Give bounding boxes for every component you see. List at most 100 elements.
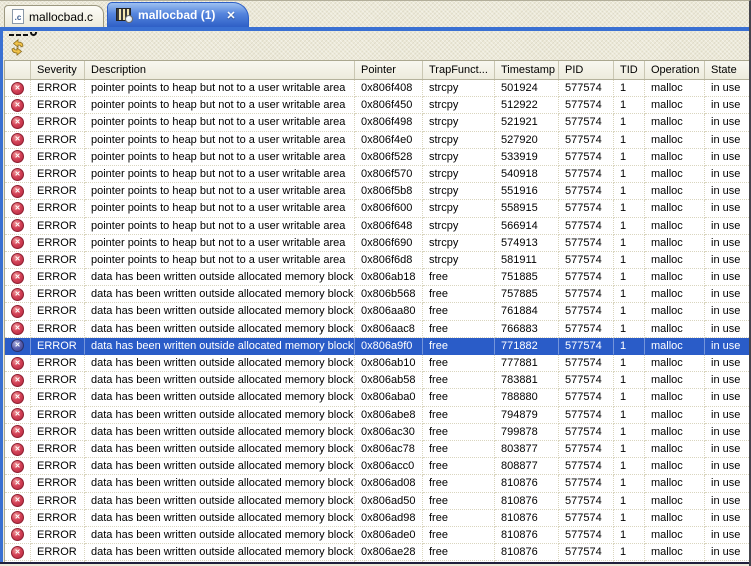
cell-trap-function: free: [423, 527, 495, 544]
table-row[interactable]: ✕ ERROR pointer points to heap but not t…: [5, 200, 749, 217]
table-row[interactable]: ✕ ERROR data has been written outside al…: [5, 286, 749, 303]
severity-icon-cell: ✕: [5, 132, 31, 149]
cell-operation: malloc: [645, 338, 705, 355]
error-icon: ✕: [11, 150, 24, 163]
cell-description: data has been written outside allocated …: [85, 269, 355, 286]
table-row[interactable]: ✕ ERROR data has been written outside al…: [5, 321, 749, 338]
cell-trap-function: strcpy: [423, 132, 495, 149]
column-header-pid[interactable]: PID: [559, 61, 614, 79]
table-row[interactable]: ✕ ERROR data has been written outside al…: [5, 493, 749, 510]
cell-description: data has been written outside allocated …: [85, 510, 355, 527]
severity-icon-cell: ✕: [5, 355, 31, 372]
table-row[interactable]: ✕ ERROR pointer points to heap but not t…: [5, 97, 749, 114]
cell-state: in use: [705, 132, 749, 149]
cell-state: in use: [705, 97, 749, 114]
column-header-state[interactable]: State: [705, 61, 749, 79]
tab-mallocbad-c[interactable]: .c mallocbad.c: [4, 5, 104, 27]
cell-pid: 577574: [559, 441, 614, 458]
cell-trap-function: free: [423, 407, 495, 424]
column-header-severity[interactable]: Severity: [31, 61, 85, 79]
table-row[interactable]: ✕ ERROR data has been written outside al…: [5, 458, 749, 475]
cell-tid: 1: [614, 458, 645, 475]
view-toolbar-area: [3, 31, 749, 60]
error-icon: ✕: [11, 339, 24, 352]
severity-icon-cell: ✕: [5, 149, 31, 166]
severity-icon-cell: ✕: [5, 80, 31, 97]
cell-pid: 577574: [559, 407, 614, 424]
column-header-operation[interactable]: Operation: [645, 61, 705, 79]
clipped-text-fragment: [9, 32, 37, 36]
cell-severity: ERROR: [31, 97, 85, 114]
severity-icon-cell: ✕: [5, 389, 31, 406]
table-row[interactable]: ✕ ERROR pointer points to heap but not t…: [5, 183, 749, 200]
severity-icon-cell: ✕: [5, 97, 31, 114]
table-row[interactable]: ✕ ERROR data has been written outside al…: [5, 424, 749, 441]
error-icon: ✕: [11, 511, 24, 524]
cell-timestamp: 794879: [495, 407, 559, 424]
cell-tid: 1: [614, 97, 645, 114]
column-header-icon[interactable]: [5, 61, 31, 79]
table-row[interactable]: ✕ ERROR data has been written outside al…: [5, 510, 749, 527]
table-row[interactable]: ✕ ERROR data has been written outside al…: [5, 475, 749, 492]
cell-pid: 577574: [559, 200, 614, 217]
table-row[interactable]: ✕ ERROR data has been written outside al…: [5, 355, 749, 372]
table-row[interactable]: ✕ ERROR data has been written outside al…: [5, 338, 749, 355]
error-icon: ✕: [11, 185, 24, 198]
cell-pid: 577574: [559, 321, 614, 338]
table-row[interactable]: ✕ ERROR pointer points to heap but not t…: [5, 166, 749, 183]
cell-description: pointer points to heap but not to a user…: [85, 235, 355, 252]
cell-description: data has been written outside allocated …: [85, 441, 355, 458]
cell-state: in use: [705, 527, 749, 544]
cell-severity: ERROR: [31, 407, 85, 424]
column-header-timestamp[interactable]: Timestamp: [495, 61, 559, 79]
table-row[interactable]: ✕ ERROR pointer points to heap but not t…: [5, 218, 749, 235]
cell-description: pointer points to heap but not to a user…: [85, 218, 355, 235]
tab-mallocbad-1[interactable]: mallocbad (1) ✕: [107, 2, 249, 27]
table-row[interactable]: ✕ ERROR data has been written outside al…: [5, 527, 749, 544]
table-row[interactable]: ✕ ERROR pointer points to heap but not t…: [5, 114, 749, 131]
close-icon[interactable]: ✕: [226, 9, 235, 22]
column-header-pointer[interactable]: Pointer: [355, 61, 423, 79]
column-header-description[interactable]: Description: [85, 61, 355, 79]
table-row[interactable]: ✕ ERROR data has been written outside al…: [5, 441, 749, 458]
cell-description: data has been written outside allocated …: [85, 407, 355, 424]
table-row[interactable]: ✕ ERROR pointer points to heap but not t…: [5, 235, 749, 252]
cell-severity: ERROR: [31, 321, 85, 338]
cell-pointer: 0x806ad50: [355, 493, 423, 510]
severity-icon-cell: ✕: [5, 544, 31, 561]
cell-state: in use: [705, 338, 749, 355]
table-row[interactable]: ✕ ERROR pointer points to heap but not t…: [5, 149, 749, 166]
table-row[interactable]: ✕ ERROR data has been written outside al…: [5, 407, 749, 424]
cell-operation: malloc: [645, 407, 705, 424]
table-row[interactable]: ✕ ERROR data has been written outside al…: [5, 389, 749, 406]
table-row[interactable]: ✕ ERROR data has been written outside al…: [5, 372, 749, 389]
cell-tid: 1: [614, 303, 645, 320]
cell-pid: 577574: [559, 286, 614, 303]
table-row[interactable]: ✕ ERROR data has been written outside al…: [5, 303, 749, 320]
error-icon: ✕: [11, 443, 24, 456]
error-icon: ✕: [11, 116, 24, 129]
cell-trap-function: strcpy: [423, 149, 495, 166]
cell-trap-function: free: [423, 458, 495, 475]
cell-severity: ERROR: [31, 166, 85, 183]
cell-description: data has been written outside allocated …: [85, 303, 355, 320]
cell-timestamp: 810876: [495, 544, 559, 561]
table-row[interactable]: ✕ ERROR pointer points to heap but not t…: [5, 80, 749, 97]
cell-trap-function: free: [423, 303, 495, 320]
table-row[interactable]: ✕ ERROR pointer points to heap but not t…: [5, 132, 749, 149]
error-icon: ✕: [11, 425, 24, 438]
table-row[interactable]: ✕ ERROR data has been written outside al…: [5, 269, 749, 286]
table-row[interactable]: ✕ ERROR data has been written outside al…: [5, 544, 749, 561]
severity-icon-cell: ✕: [5, 252, 31, 269]
swap-arrows-icon[interactable]: [8, 38, 27, 57]
cell-tid: 1: [614, 218, 645, 235]
column-header-tid[interactable]: TID: [614, 61, 645, 79]
column-header-trap-function[interactable]: TrapFunct...: [423, 61, 495, 79]
cell-pid: 577574: [559, 338, 614, 355]
table-row[interactable]: ✕ ERROR pointer points to heap but not t…: [5, 252, 749, 269]
cell-tid: 1: [614, 132, 645, 149]
cell-pid: 577574: [559, 252, 614, 269]
cell-state: in use: [705, 407, 749, 424]
error-icon: ✕: [11, 168, 24, 181]
cell-operation: malloc: [645, 544, 705, 561]
